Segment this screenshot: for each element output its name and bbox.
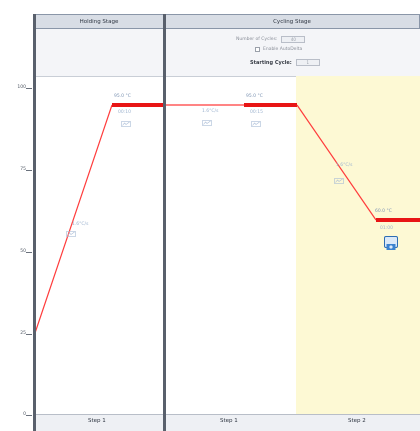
- ramp-icon-holding-1[interactable]: [66, 231, 76, 237]
- stage-divider-middle: [163, 14, 166, 431]
- thermal-profile-editor: Holding Stage Cycling Stage Number of Cy…: [0, 0, 420, 431]
- temperature-profile-svg: [33, 103, 420, 337]
- camera-icon: [386, 244, 396, 250]
- ramp-icon-cycling-2[interactable]: [334, 178, 344, 184]
- data-collection-icon-holding-1[interactable]: [121, 121, 131, 127]
- hold-temp-cycling-2[interactable]: 60.0 °C: [375, 209, 392, 214]
- data-collection-icon-cycling-2-selected[interactable]: [384, 236, 398, 250]
- ramp-icon-cycling-1[interactable]: [202, 120, 212, 126]
- hold-time-holding-1[interactable]: 00:10: [118, 110, 131, 115]
- hold-time-cycling-1[interactable]: 00:15: [250, 110, 263, 115]
- ramp-label-cycling-2: 1.6°C/s: [336, 163, 353, 168]
- stage-divider-left: [33, 14, 36, 431]
- ramp-line-holding: [33, 104, 113, 337]
- ramp-label-cycling-1: 1.6°C/s: [202, 109, 219, 114]
- data-collection-icon-cycling-1[interactable]: [251, 121, 261, 127]
- hold-temp-cycling-1[interactable]: 95.0 °C: [246, 94, 263, 99]
- hold-time-cycling-2[interactable]: 01:00: [380, 226, 393, 231]
- ramp-label-holding-1: 1.6°C/s: [72, 222, 89, 227]
- hold-temp-holding-1[interactable]: 95.0 °C: [114, 94, 131, 99]
